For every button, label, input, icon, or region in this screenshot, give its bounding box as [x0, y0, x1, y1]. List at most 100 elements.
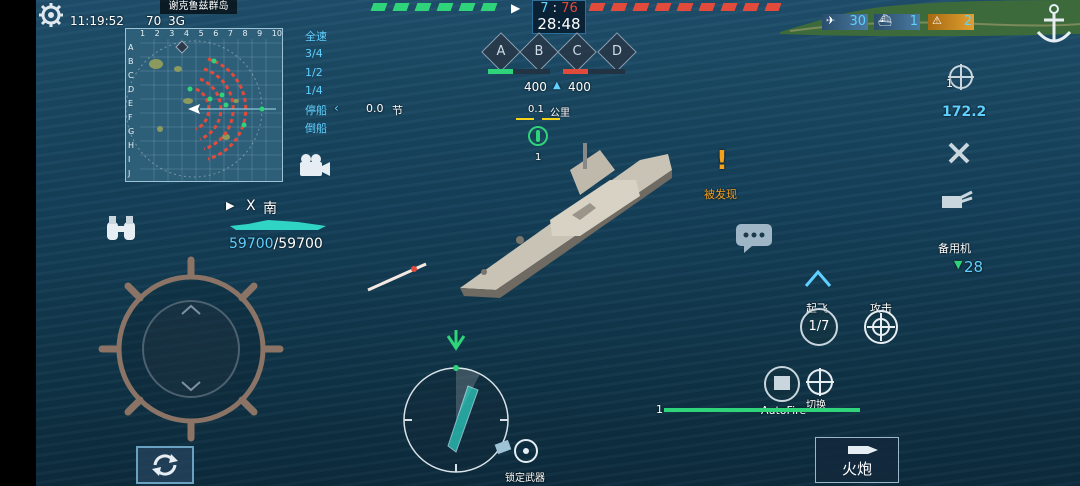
chat-icon[interactable]	[734, 222, 774, 254]
row-label: H	[128, 141, 135, 150]
detected-label: 被发现	[704, 188, 737, 201]
gear-icon	[39, 3, 63, 27]
player-heading: 南	[263, 201, 277, 217]
speed-quarter[interactable]: 1/4	[305, 84, 323, 97]
row-label: G	[128, 127, 135, 136]
score-box: 7 : 76 28:48	[532, 0, 586, 34]
weapon-slot-number: 1	[656, 403, 663, 416]
speed-full[interactable]: 全速	[305, 28, 327, 44]
row-label: E	[128, 99, 134, 108]
settings-button[interactable]	[38, 2, 64, 28]
switch-view-button[interactable]	[136, 446, 194, 484]
turret-icon[interactable]	[938, 184, 974, 214]
col-label: 1	[140, 29, 146, 38]
row-label: D	[128, 85, 135, 94]
row-label: B	[128, 57, 134, 66]
warning-icon: ⚠	[932, 14, 942, 27]
minimap-row-labels: A B C D E F G H I J	[128, 41, 138, 181]
triangle-up-icon: ▲	[553, 80, 561, 91]
chevron-up-icon[interactable]	[804, 268, 832, 288]
warship-model	[460, 143, 672, 298]
row-label: C	[128, 71, 134, 80]
target-bar-left	[516, 118, 534, 120]
binoculars-icon[interactable]	[104, 214, 138, 244]
friendly-flag	[392, 3, 410, 11]
enemy-flag	[588, 3, 606, 11]
bomb-icon: ▼	[954, 258, 963, 271]
reload-bar	[664, 408, 860, 412]
col-label: 3	[169, 29, 175, 38]
col-label: 7	[227, 29, 233, 38]
friendly-flag	[480, 3, 498, 11]
clock-text: 11:19:52	[70, 14, 124, 28]
col-label: 9	[257, 29, 263, 38]
enemy-capture-value: 400	[568, 80, 591, 94]
speed-half[interactable]: 1/2	[305, 66, 323, 79]
target-distance: 0.1	[528, 104, 544, 115]
enemy-flag	[610, 3, 628, 11]
fire-button[interactable]: 火炮	[815, 437, 899, 483]
friendly-capture-value: 400	[524, 80, 547, 94]
lock-weapon-label: 锁定武器	[505, 473, 545, 484]
friendly-flag	[436, 3, 454, 11]
target-distance-unit: 公里	[550, 108, 570, 119]
ship-resource: ⛴ 1	[874, 14, 920, 30]
speed-stop[interactable]: 停船	[305, 102, 327, 118]
target-bar-right	[542, 118, 560, 120]
enemy-flag	[720, 3, 738, 11]
friendly-flags	[370, 3, 498, 11]
reserve-label: 备用机	[938, 242, 971, 255]
camera-icon[interactable]	[298, 152, 332, 180]
autofire-button[interactable]	[762, 364, 802, 404]
ping-text: 70	[146, 14, 162, 28]
chevron-left-icon: ‹	[334, 101, 339, 115]
steering-wheel-joystick[interactable]	[96, 254, 286, 444]
anchor-icon[interactable]	[1032, 2, 1076, 48]
player-direction-marker: X	[246, 198, 256, 214]
row-label: F	[128, 113, 133, 122]
plane-icon: ✈	[826, 14, 836, 27]
ship-count: 1	[909, 14, 918, 29]
reserve-count: 28	[964, 258, 984, 276]
minimap[interactable]: 1 2 3 4 5 6 7 8 9 10 A B C D E F G H I J	[125, 28, 283, 182]
enemy-flag	[742, 3, 760, 11]
player-ship-icon	[230, 220, 326, 230]
hp-current: 59700	[229, 236, 274, 252]
friendly-flag	[458, 3, 476, 11]
row-label: J	[128, 169, 131, 178]
fire-label: 火炮	[841, 460, 872, 478]
team-a-score: 7	[540, 1, 549, 16]
alert-icon: !	[716, 146, 728, 176]
refresh-icon	[152, 454, 178, 476]
left-black-bar	[0, 0, 36, 486]
row-label: I	[128, 155, 131, 164]
enemy-flag	[698, 3, 716, 11]
lock-weapon-button[interactable]	[494, 436, 544, 470]
enemy-capture-bar	[563, 69, 625, 74]
item-count: 2	[963, 14, 972, 29]
enemy-flag	[764, 3, 782, 11]
shell-icon	[848, 446, 878, 454]
enemy-flag	[632, 3, 650, 11]
friendly-flag	[414, 3, 432, 11]
takeoff-count: 1/7	[808, 319, 830, 334]
arrow-down-icon	[446, 330, 466, 351]
speed-three-quarter[interactable]: 3/4	[305, 47, 323, 60]
col-label: 10	[271, 29, 282, 38]
hp-max: 59700	[278, 236, 323, 252]
col-label: 6	[213, 29, 219, 38]
network-text: 3G	[168, 14, 185, 28]
col-label: 4	[183, 29, 190, 38]
ship-icon: ⛴	[878, 14, 892, 27]
col-label: 8	[242, 29, 248, 38]
radar-value: 172.2	[942, 104, 987, 120]
repair-icon[interactable]	[946, 140, 974, 166]
attack-button[interactable]	[862, 308, 900, 346]
minimap-col-labels: 1 2 3 4 5 6 7 8 9 10	[140, 29, 282, 39]
speed-reverse[interactable]: 倒船	[305, 120, 327, 136]
takeoff-button[interactable]: 1/7	[800, 308, 838, 346]
speed-unit: 节	[392, 104, 403, 117]
enemy-flag	[676, 3, 694, 11]
aircraft-resource: ✈ 30	[822, 14, 868, 30]
missile-projectile	[367, 262, 427, 292]
